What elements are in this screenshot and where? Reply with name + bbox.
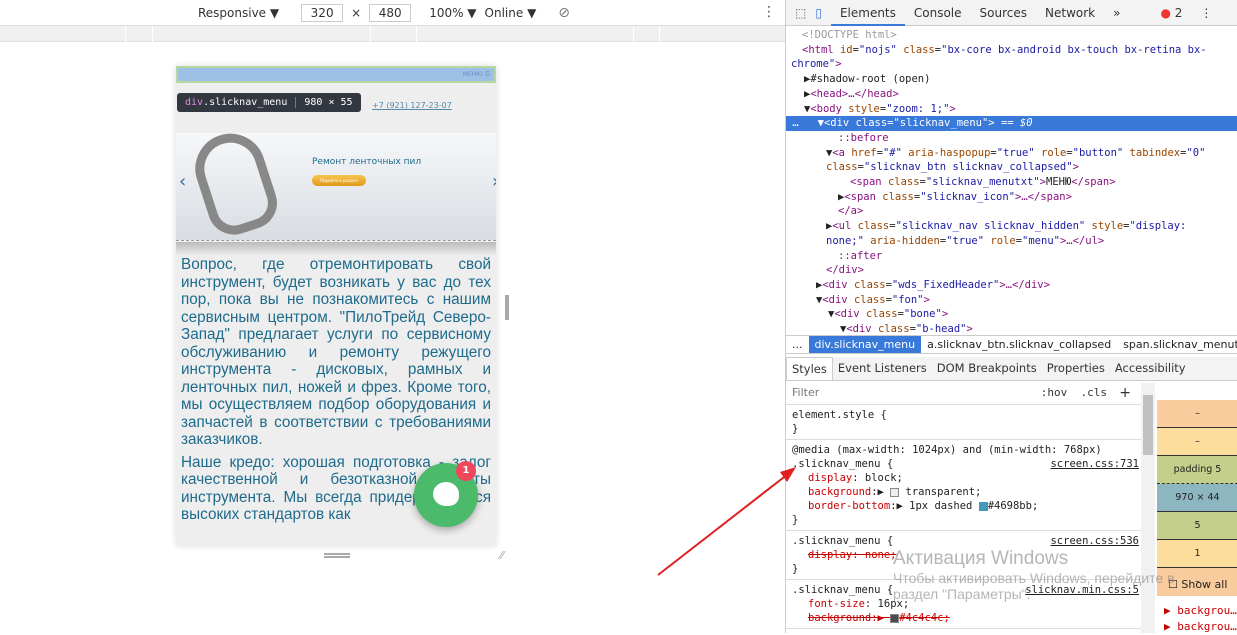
tab-styles[interactable]: Styles	[786, 357, 833, 380]
computed-property[interactable]: ▶ backgrou…	[1164, 603, 1237, 619]
device-toggle-icon[interactable]: ▯	[815, 0, 831, 26]
slide-button[interactable]: Перейти в раздел	[312, 175, 366, 186]
style-rule[interactable]: .slicknav_menu {screen.css:536 display: n…	[786, 531, 1141, 580]
show-all-checkbox[interactable]: ☐ Show all	[1168, 578, 1227, 591]
tab-elements[interactable]: Elements	[830, 0, 905, 26]
breadcrumb-item[interactable]: a.slicknav_btn.slicknav_collapsed	[921, 336, 1117, 353]
styles-pane: Filter :hov .cls + element.style {} @med…	[786, 383, 1141, 629]
style-rule[interactable]: element.style {}	[786, 405, 1141, 440]
rotate-icon[interactable]: ⊘	[558, 5, 570, 21]
device-toolbar: Responsive ▼ 320 × 480 100% ▼ Online ▼ ⊘	[0, 0, 785, 26]
times-label: ×	[351, 5, 362, 20]
devtools-tabs: ⬚ ▯ Elements Console Sources Network » ●…	[786, 0, 1237, 26]
banner-slider: ‹ › Ремонт ленточных пил Перейти в разде…	[176, 124, 496, 242]
tooltip-tag: div	[185, 97, 204, 108]
dom-tree[interactable]: <!DOCTYPE html> <html id="nojs" class="b…	[786, 26, 1237, 335]
tab-sources[interactable]: Sources	[971, 0, 1036, 26]
error-icon: ●	[1160, 5, 1171, 20]
sidebar-tabs: Styles Event Listeners DOM Breakpoints P…	[786, 357, 1237, 381]
phone-link[interactable]: +7 (921) 127-23-07	[372, 101, 452, 110]
paragraph: Вопрос, где отремонтировать свой инструм…	[181, 256, 491, 448]
tab-accessibility[interactable]: Accessibility	[1110, 357, 1191, 380]
media-query-bar[interactable]	[0, 26, 785, 42]
chat-bubble-icon	[433, 482, 459, 506]
breadcrumb-item[interactable]: div.slicknav_menu	[808, 336, 922, 353]
slider-next-button[interactable]: ›	[492, 171, 496, 192]
tab-properties[interactable]: Properties	[1042, 357, 1110, 380]
menu-label[interactable]: МЕНЮ ☰	[463, 71, 490, 78]
style-rule[interactable]: .slicknav_menu {slicknav.min.css:5 font-s…	[786, 580, 1141, 629]
box-border-bottom: 1	[1157, 540, 1237, 568]
more-tabs-button[interactable]: »	[1104, 0, 1129, 26]
tab-dom-breakpoints[interactable]: DOM Breakpoints	[932, 357, 1042, 380]
add-rule-button[interactable]: +	[1119, 386, 1131, 400]
selected-node[interactable]: … ▼<div class="slicknav_menu"> == $0	[786, 116, 1237, 131]
width-input[interactable]: 320	[301, 3, 344, 22]
breadcrumb: ... div.slicknav_menu a.slicknav_btn.sli…	[786, 335, 1237, 354]
breadcrumb-item[interactable]: span.slicknav_menutxt	[1117, 336, 1237, 353]
device-emulation-area: Responsive ▼ 320 × 480 100% ▼ Online ▼ ⊘…	[0, 0, 785, 633]
device-select[interactable]: Responsive ▼	[198, 6, 279, 20]
box-border: –	[1157, 428, 1237, 456]
height-input[interactable]: 480	[369, 3, 412, 22]
divider	[176, 242, 496, 256]
error-count[interactable]: ● 2	[1151, 0, 1191, 26]
slicknav-menu-highlight[interactable]: МЕНЮ ☰	[176, 66, 496, 83]
devtools-panel: ⬚ ▯ Elements Console Sources Network » ●…	[785, 0, 1237, 633]
resize-corner-icon[interactable]: ⁄⁄	[500, 549, 504, 562]
cls-button[interactable]: .cls	[1081, 386, 1108, 399]
zoom-select[interactable]: 100% ▼	[429, 6, 476, 20]
slide-title: Ремонт ленточных пил	[312, 157, 422, 167]
tooltip-size: 980 × 55	[295, 97, 353, 108]
hov-button[interactable]: :hov	[1041, 386, 1068, 399]
chat-badge: 1	[456, 461, 476, 481]
style-rule[interactable]: @media (max-width: 1024px) and (min-widt…	[786, 440, 1141, 531]
tab-event-listeners[interactable]: Event Listeners	[833, 357, 932, 380]
element-tooltip: div.slicknav_menu 980 × 55	[177, 93, 361, 112]
more-options-icon[interactable]: ⋮	[762, 4, 776, 20]
resize-handle-bottom[interactable]	[324, 553, 350, 558]
tooltip-class: .slicknav_menu	[203, 97, 288, 108]
devtools-menu-icon[interactable]: ⋮	[1191, 0, 1221, 26]
breadcrumb-more[interactable]: ...	[786, 336, 809, 353]
bandsaw-image	[186, 124, 284, 242]
box-content: 970 × 44	[1157, 484, 1237, 512]
box-padding: padding 5	[1157, 456, 1237, 484]
tab-console[interactable]: Console	[905, 0, 971, 26]
slider-prev-button[interactable]: ‹	[179, 171, 186, 192]
box-padding-bottom: 5	[1157, 512, 1237, 540]
resize-handle-right[interactable]	[505, 295, 509, 320]
inspect-icon[interactable]: ⬚	[786, 0, 815, 26]
styles-scrollbar[interactable]	[1141, 383, 1155, 633]
network-select[interactable]: Online ▼	[485, 6, 537, 20]
styles-filter-input[interactable]: Filter	[792, 386, 819, 399]
device-viewport: МЕНЮ ☰ div.slicknav_menu 980 × 55 +7 (921…	[176, 66, 496, 546]
box-margin: –	[1157, 400, 1237, 428]
box-model: – – padding 5 970 × 44 5 1 –	[1157, 400, 1237, 596]
tab-network[interactable]: Network	[1036, 0, 1104, 26]
